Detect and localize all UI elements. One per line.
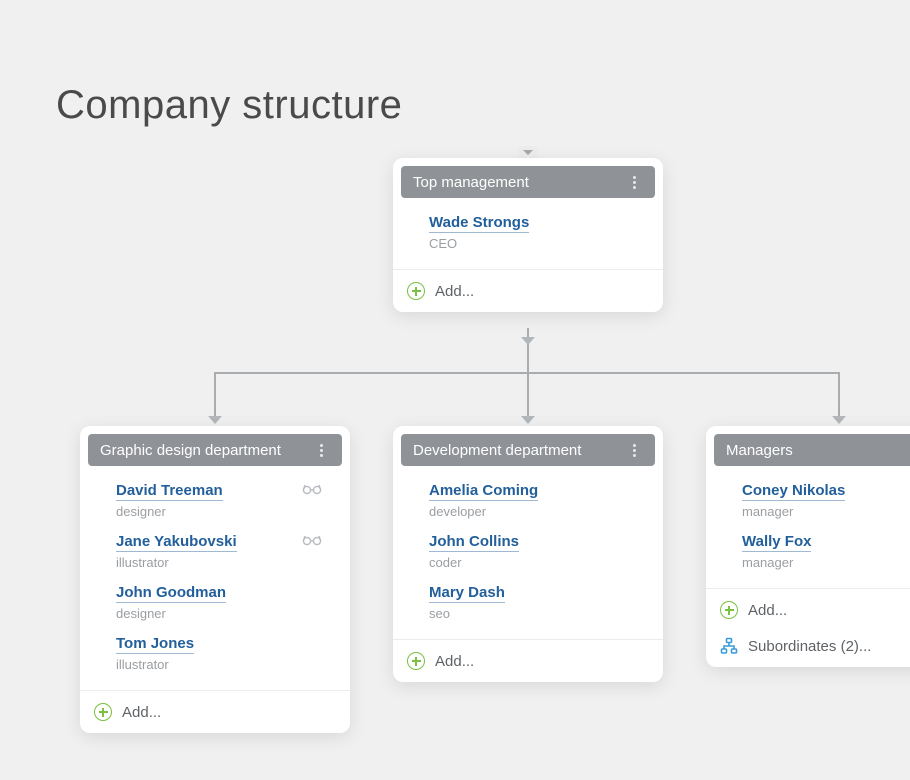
- member-role: manager: [742, 504, 910, 519]
- member-list: Amelia Coming developer John Collins cod…: [401, 466, 655, 635]
- arrow-down-icon: [208, 416, 222, 424]
- plus-icon: [94, 703, 112, 721]
- member-item: Mary Dash seo: [429, 578, 651, 629]
- member-item: Wally Fox manager: [742, 527, 910, 578]
- member-name[interactable]: John Goodman: [116, 584, 226, 603]
- member-item: Wade Strongs CEO: [429, 208, 651, 259]
- subordinates-button[interactable]: Subordinates (2)...: [706, 631, 910, 667]
- more-menu-icon[interactable]: [625, 441, 643, 459]
- member-name[interactable]: Mary Dash: [429, 584, 505, 603]
- add-label: Add...: [122, 704, 161, 721]
- member-name[interactable]: David Treeman: [116, 482, 223, 501]
- member-name[interactable]: Amelia Coming: [429, 482, 538, 501]
- node-title: Managers: [726, 442, 793, 459]
- member-role: CEO: [429, 236, 651, 251]
- node-title: Graphic design department: [100, 442, 281, 459]
- member-name[interactable]: Wally Fox: [742, 533, 811, 552]
- member-role: seo: [429, 606, 651, 621]
- plus-icon: [407, 652, 425, 670]
- member-list: Coney Nikolas manager Wally Fox manager: [714, 466, 910, 584]
- subordinates-label: Subordinates (2)...: [748, 638, 871, 655]
- member-name[interactable]: Jane Yakubovski: [116, 533, 237, 552]
- node-managers: Managers Coney Nikolas manager Wally Fox…: [706, 426, 910, 667]
- member-role: coder: [429, 555, 651, 570]
- member-item: Amelia Coming developer: [429, 476, 651, 527]
- add-label: Add...: [748, 602, 787, 619]
- subordinates-icon: [720, 637, 738, 655]
- arrow-down-icon[interactable]: [521, 337, 535, 345]
- add-button[interactable]: Add...: [80, 691, 350, 733]
- member-role: designer: [116, 606, 338, 621]
- member-list: Wade Strongs CEO: [401, 198, 655, 265]
- member-item: John Collins coder: [429, 527, 651, 578]
- add-button[interactable]: Add...: [393, 640, 663, 682]
- member-list: David Treeman designer Jane Yakubovski i…: [88, 466, 342, 686]
- node-header: Managers: [714, 434, 910, 466]
- more-menu-icon[interactable]: [625, 173, 643, 191]
- more-menu-icon[interactable]: [312, 441, 330, 459]
- member-name[interactable]: John Collins: [429, 533, 519, 552]
- member-role: developer: [429, 504, 651, 519]
- arrow-down-icon: [521, 416, 535, 424]
- node-title: Top management: [413, 174, 529, 191]
- plus-icon: [407, 282, 425, 300]
- plus-icon: [720, 601, 738, 619]
- member-item: Coney Nikolas manager: [742, 476, 910, 527]
- node-header: Development department: [401, 434, 655, 466]
- node-top-management: Top management Wade Strongs CEO Add...: [393, 158, 663, 312]
- node-header: Graphic design department: [88, 434, 342, 466]
- connector-line: [838, 372, 840, 418]
- member-name[interactable]: Tom Jones: [116, 635, 194, 654]
- glasses-icon: [302, 482, 322, 501]
- member-item: Jane Yakubovski illustrator: [116, 527, 338, 578]
- connector-line: [527, 372, 529, 418]
- add-label: Add...: [435, 283, 474, 300]
- glasses-icon: [302, 533, 322, 552]
- collapse-toggle-top[interactable]: [518, 146, 538, 158]
- member-role: designer: [116, 504, 338, 519]
- node-development: Development department Amelia Coming dev…: [393, 426, 663, 682]
- member-name[interactable]: Wade Strongs: [429, 214, 529, 233]
- connector-line: [527, 328, 529, 373]
- add-button[interactable]: Add...: [706, 589, 910, 631]
- org-chart-canvas: Company structure Top management Wade St…: [0, 0, 910, 780]
- node-title: Development department: [413, 442, 581, 459]
- page-title: Company structure: [56, 83, 402, 128]
- member-item: David Treeman designer: [116, 476, 338, 527]
- add-button[interactable]: Add...: [393, 270, 663, 312]
- member-item: John Goodman designer: [116, 578, 338, 629]
- connector-line: [214, 372, 216, 418]
- member-role: illustrator: [116, 555, 338, 570]
- member-role: illustrator: [116, 657, 338, 672]
- node-header: Top management: [401, 166, 655, 198]
- arrow-down-icon: [832, 416, 846, 424]
- member-role: manager: [742, 555, 910, 570]
- member-name[interactable]: Coney Nikolas: [742, 482, 845, 501]
- member-item: Tom Jones illustrator: [116, 629, 338, 680]
- node-graphic-design: Graphic design department David Treeman …: [80, 426, 350, 733]
- add-label: Add...: [435, 653, 474, 670]
